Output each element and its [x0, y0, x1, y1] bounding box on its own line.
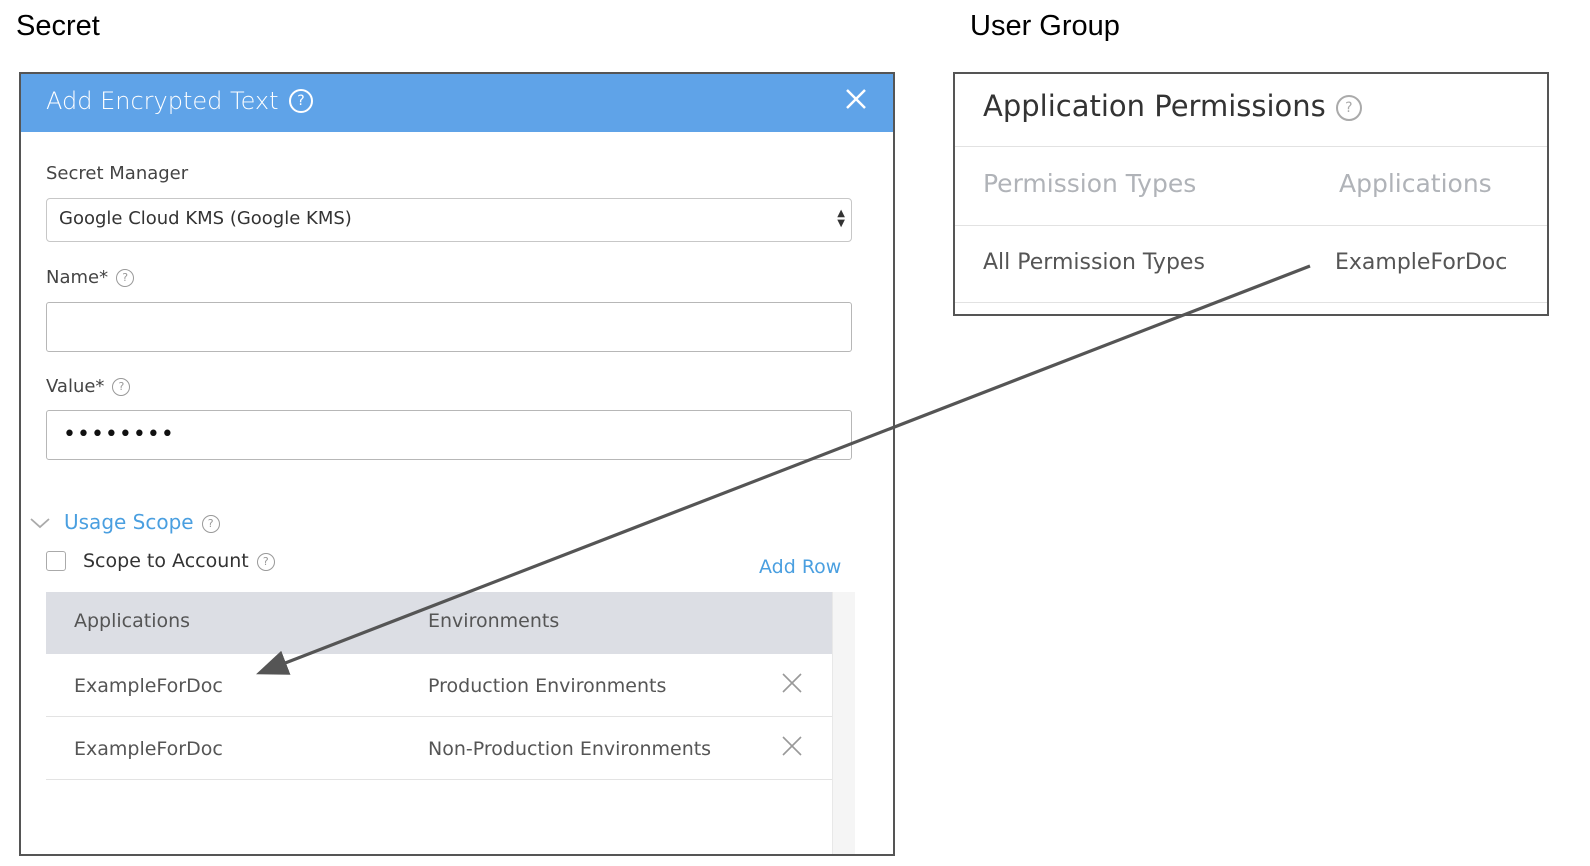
select-arrows-icon: ▲ ▼	[837, 208, 845, 229]
panel-title: Application Permissions?	[983, 89, 1362, 123]
usage-scope-label: Usage Scope	[64, 510, 194, 534]
help-circle-icon[interactable]: ?	[112, 378, 131, 396]
usage-scope-toggle[interactable]: Usage Scope?	[64, 510, 220, 534]
value-label: Value*?	[46, 376, 131, 397]
table-row[interactable]: All Permission Types ExampleForDoc	[955, 226, 1547, 303]
application-cell: ExampleForDoc	[1335, 250, 1508, 275]
application-permissions-panel: Application Permissions? Permission Type…	[953, 72, 1549, 316]
add-encrypted-text-dialog: Add Encrypted Text ? Secret Manager Goog…	[19, 72, 895, 856]
scope-to-account-text: Scope to Account	[83, 550, 249, 572]
scope-to-account-label: Scope to Account?	[83, 550, 275, 572]
dialog-title: Add Encrypted Text	[46, 87, 279, 115]
help-circle-icon[interactable]: ?	[201, 514, 220, 533]
dialog-header: Add Encrypted Text ?	[21, 74, 893, 132]
user-group-section-title: User Group	[970, 10, 1120, 42]
value-password-input[interactable]: ••••••••	[46, 410, 852, 460]
environment-cell[interactable]: Non-Production Environments	[428, 738, 711, 760]
table-row: ExampleForDoc Production Environments	[46, 654, 832, 717]
name-label: Name*?	[46, 267, 135, 288]
table-row: ExampleForDoc Non-Production Environment…	[46, 717, 832, 780]
panel-title-text: Application Permissions	[983, 89, 1326, 123]
column-header-permission-types: Permission Types	[983, 169, 1197, 198]
column-header-environments: Environments	[428, 610, 560, 632]
permission-type-cell: All Permission Types	[983, 250, 1205, 275]
help-circle-icon[interactable]: ?	[1335, 95, 1362, 121]
usage-scope-table: Applications Environments ExampleForDoc …	[46, 592, 832, 780]
secret-manager-value: Google Cloud KMS (Google KMS)	[59, 208, 352, 229]
environment-cell[interactable]: Production Environments	[428, 675, 666, 697]
permissions-table-header: Permission Types Applications	[955, 147, 1547, 226]
help-circle-icon[interactable]: ?	[116, 269, 135, 287]
secret-manager-label: Secret Manager	[46, 163, 189, 184]
column-header-applications: Applications	[1339, 169, 1492, 198]
table-header: Applications Environments	[46, 592, 832, 654]
application-cell[interactable]: ExampleForDoc	[74, 675, 223, 697]
column-header-applications: Applications	[74, 610, 191, 632]
chevron-down-icon[interactable]	[29, 516, 51, 530]
table-scrollbar[interactable]	[832, 592, 855, 854]
value-label-text: Value*	[46, 376, 105, 397]
close-icon[interactable]	[841, 84, 871, 114]
name-label-text: Name*	[46, 267, 109, 288]
help-circle-icon[interactable]: ?	[289, 89, 313, 113]
panel-header: Application Permissions?	[955, 74, 1547, 147]
scope-to-account-checkbox[interactable]	[46, 551, 66, 571]
remove-row-icon[interactable]	[781, 735, 803, 757]
secret-section-title: Secret	[16, 10, 100, 42]
help-circle-icon[interactable]: ?	[256, 552, 275, 571]
application-cell[interactable]: ExampleForDoc	[74, 738, 223, 760]
name-input[interactable]	[46, 302, 852, 352]
secret-manager-select[interactable]: Google Cloud KMS (Google KMS) ▲ ▼	[46, 198, 852, 242]
add-row-link[interactable]: Add Row	[759, 556, 841, 578]
remove-row-icon[interactable]	[781, 672, 803, 694]
